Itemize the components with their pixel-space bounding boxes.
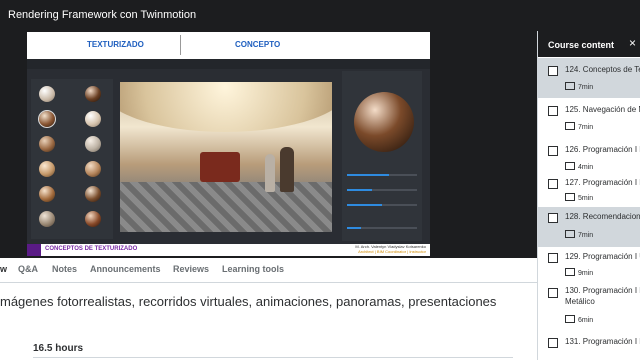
course-content-sidebar: Course content × 124. Conceptos de Te 7m… bbox=[537, 31, 640, 360]
property-slider[interactable] bbox=[347, 189, 417, 191]
material-sphere bbox=[85, 136, 101, 152]
divider bbox=[33, 357, 513, 358]
twinmotion-window bbox=[27, 59, 430, 244]
lecture-duration: 6min bbox=[565, 315, 593, 324]
lecture-item[interactable]: 130. Programación I R Metálico 6min bbox=[538, 283, 640, 331]
close-icon[interactable]: × bbox=[629, 36, 636, 50]
lecture-duration: 9min bbox=[565, 268, 593, 277]
lecture-title: 128. Recomendacione bbox=[565, 212, 640, 221]
video-icon bbox=[565, 162, 575, 170]
render-viewport[interactable] bbox=[120, 82, 332, 232]
material-sphere bbox=[85, 86, 101, 102]
app-titlebar bbox=[27, 59, 430, 69]
lecture-checkbox[interactable] bbox=[548, 179, 558, 189]
footer-title: CONCEPTOS DE TEXTURIZADO bbox=[45, 246, 138, 252]
property-slider[interactable] bbox=[347, 174, 417, 176]
lecture-checkbox[interactable] bbox=[548, 338, 558, 348]
material-sphere bbox=[85, 186, 101, 202]
course-length: 16.5 hours bbox=[33, 343, 84, 354]
lecture-title: 126. Programación I B bbox=[565, 145, 640, 154]
lecture-duration: 4min bbox=[565, 162, 593, 171]
footer-accent bbox=[27, 244, 41, 256]
tab-reviews[interactable]: Reviews bbox=[173, 264, 209, 274]
video-player[interactable]: TEXTURIZADO CONCEPTO CONCEPTOS DE TEXTUR… bbox=[0, 31, 537, 258]
lecture-duration: 7min bbox=[565, 122, 593, 131]
tab-qa[interactable]: Q&A bbox=[18, 264, 38, 274]
lecture-title: 131. Programación I N bbox=[565, 337, 640, 346]
lecture-duration: 5min bbox=[565, 193, 593, 202]
video-icon bbox=[565, 268, 575, 276]
material-sphere bbox=[39, 186, 55, 202]
lecture-item[interactable]: 131. Programación I N bbox=[538, 333, 640, 360]
exhibit-stand bbox=[200, 152, 240, 182]
material-sphere bbox=[85, 211, 101, 227]
material-sphere bbox=[39, 211, 55, 227]
dome-ceiling bbox=[120, 82, 332, 132]
material-sphere bbox=[85, 161, 101, 177]
lecture-checkbox[interactable] bbox=[548, 106, 558, 116]
lecture-checkbox[interactable] bbox=[548, 213, 558, 223]
course-description: mágenes fotorrealistas, recorridos virtu… bbox=[0, 294, 497, 309]
sidebar-header: Course content × bbox=[538, 31, 640, 57]
video-icon bbox=[565, 122, 575, 130]
lecture-duration: 7min bbox=[565, 230, 593, 239]
course-tabs: w Q&A Notes Announcements Reviews Learni… bbox=[0, 258, 537, 283]
course-title[interactable]: Rendering Framework con Twinmotion bbox=[8, 9, 196, 21]
tab-announcements[interactable]: Announcements bbox=[90, 264, 161, 274]
lecture-title: 130. Programación I R bbox=[565, 286, 640, 295]
lecture-item[interactable]: 124. Conceptos de Te 7min bbox=[538, 58, 640, 98]
lecture-title: 125. Navegación de M bbox=[565, 105, 640, 114]
lecture-checkbox[interactable] bbox=[548, 288, 558, 298]
lecture-item[interactable]: 125. Navegación de M 7min bbox=[538, 98, 640, 138]
material-preview-sphere bbox=[354, 92, 414, 152]
video-icon bbox=[565, 230, 575, 238]
lecture-title-line2: Metálico bbox=[565, 297, 595, 306]
lecture-item[interactable]: 127. Programación I B 5min bbox=[538, 171, 640, 206]
material-sphere bbox=[38, 110, 56, 128]
slide-footer: CONCEPTOS DE TEXTURIZADO M. Arch. Valent… bbox=[27, 244, 430, 256]
lecture-item[interactable]: 129. Programación I U 9min bbox=[538, 247, 640, 283]
author-role: Architect | BIM Coordinator | Instructor bbox=[358, 249, 426, 254]
lecture-title: 124. Conceptos de Te bbox=[565, 65, 640, 74]
tab-notes[interactable]: Notes bbox=[52, 264, 77, 274]
slide-tab-concepto: CONCEPTO bbox=[235, 40, 281, 49]
lecture-checkbox[interactable] bbox=[548, 66, 558, 76]
lecture-item[interactable]: 128. Recomendacione 7min bbox=[538, 207, 640, 247]
video-icon bbox=[565, 82, 575, 90]
material-sphere bbox=[39, 161, 55, 177]
lecture-duration: 7min bbox=[565, 82, 593, 91]
slide-header: TEXTURIZADO CONCEPTO bbox=[27, 32, 430, 59]
person-figure bbox=[265, 154, 275, 192]
slide-tab-texturizado: TEXTURIZADO bbox=[87, 40, 144, 49]
property-slider[interactable] bbox=[347, 204, 417, 206]
slide-divider bbox=[180, 35, 181, 55]
material-sphere bbox=[85, 111, 101, 127]
tab-overview[interactable]: w bbox=[0, 264, 7, 274]
material-sphere bbox=[39, 136, 55, 152]
person-figure bbox=[280, 147, 294, 192]
lecture-title: 129. Programación I U bbox=[565, 252, 640, 261]
tab-learning-tools[interactable]: Learning tools bbox=[222, 264, 284, 274]
material-sphere bbox=[39, 86, 55, 102]
video-icon bbox=[565, 315, 575, 323]
lecture-checkbox[interactable] bbox=[548, 146, 558, 156]
video-icon bbox=[565, 193, 575, 201]
property-slider[interactable] bbox=[347, 227, 417, 229]
tiled-floor bbox=[120, 182, 332, 232]
lecture-title: 127. Programación I B bbox=[565, 178, 640, 187]
lecture-checkbox[interactable] bbox=[548, 253, 558, 263]
sidebar-title: Course content bbox=[548, 40, 615, 50]
top-bar: Rendering Framework con Twinmotion bbox=[0, 0, 640, 31]
footer-author: M. Arch. Valentyn Vladyslav Kotsarenko A… bbox=[355, 244, 426, 254]
lecture-frame: TEXTURIZADO CONCEPTO CONCEPTOS DE TEXTUR… bbox=[27, 32, 430, 256]
